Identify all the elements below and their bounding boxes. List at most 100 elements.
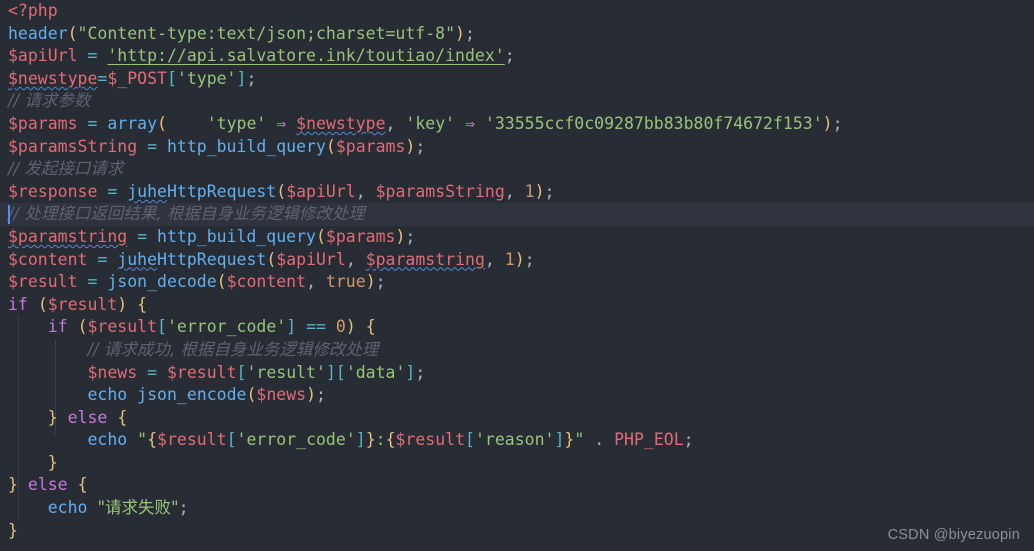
code-line-14[interactable]: if ($result) { (0, 294, 1034, 317)
else-keyword: else (67, 407, 108, 427)
code-line-10-active[interactable]: // 处理接口返回结果, 根据自身业务逻辑修改处理 (0, 203, 1034, 226)
juhe-prefix: juhe (117, 249, 158, 269)
paren-close: ) (365, 272, 376, 292)
brace-open: { (117, 407, 128, 427)
apiurl-argument: $apiUrl (276, 249, 346, 269)
brace-open: { (77, 475, 88, 495)
comment-on-success: // 请求成功, 根据自身业务逻辑修改处理 (87, 339, 379, 359)
error-code-key: 'error_code' (166, 317, 287, 337)
code-line-17[interactable]: $news = $result['result']['data']; (0, 362, 1034, 385)
assign-operator: = (87, 272, 98, 292)
paren-close: ) (345, 317, 356, 337)
paren-close: ) (395, 226, 406, 246)
brace-close: } (8, 520, 18, 540)
code-line-6[interactable]: $params = array( 'type' ⇒ $newstype, 'ke… (0, 113, 1034, 136)
quote-close: " (574, 430, 585, 450)
bracket-close: ] (325, 362, 336, 382)
code-line-7[interactable]: $paramsString = http_build_query($params… (0, 136, 1034, 159)
params-variable: $params (8, 113, 78, 133)
reason-key: 'reason' (474, 430, 555, 450)
flag-argument: 1 (524, 181, 535, 201)
result-variable: $result (87, 317, 158, 337)
assign-operator: = (147, 136, 158, 156)
result-variable: $result (47, 294, 118, 314)
paren-open: ( (276, 181, 287, 201)
api-url-string[interactable]: 'http://api.salvatore.ink/toutiao/index' (107, 46, 504, 65)
code-line-1[interactable]: <?php (0, 0, 1034, 23)
colon-separator: : (375, 430, 386, 450)
code-line-19[interactable]: } else { (0, 407, 1034, 430)
brace-close: } (47, 407, 58, 427)
code-line-24[interactable]: } (0, 520, 1034, 543)
code-editor[interactable]: <?php header("Content-type:text/json;cha… (0, 0, 1034, 551)
interp-brace-close: } (365, 430, 376, 450)
double-arrow-operator-2: ⇒ (465, 113, 475, 133)
json-encode-function: json_encode (137, 385, 247, 405)
comma: , (504, 181, 515, 201)
code-line-5[interactable]: // 请求参数 (0, 90, 1034, 113)
code-line-16[interactable]: // 请求成功, 根据自身业务逻辑修改处理 (0, 339, 1034, 362)
header-function: header (8, 23, 68, 43)
semicolon: ; (375, 272, 386, 292)
assign-operator: = (137, 226, 148, 246)
comment-send-request: // 发起接口请求 (8, 159, 124, 179)
comma: , (385, 113, 396, 133)
semicolon: ; (178, 498, 189, 518)
code-line-22[interactable]: } else { (0, 474, 1034, 497)
code-line-8[interactable]: // 发起接口请求 (0, 158, 1034, 181)
paren-open: ( (37, 294, 48, 314)
code-line-11[interactable]: $paramstring = http_build_query($params)… (0, 226, 1034, 249)
bracket-close: ] (355, 430, 366, 450)
semicolon: ; (544, 181, 555, 201)
code-line-3[interactable]: $apiUrl = 'http://api.salvatore.ink/tout… (0, 45, 1034, 68)
code-line-18[interactable]: echo json_encode($news); (0, 384, 1034, 407)
interp-brace-open: { (147, 430, 158, 450)
code-line-12[interactable]: $content = juheHttpRequest($apiUrl, $par… (0, 249, 1034, 272)
bracket-open: [ (236, 362, 247, 382)
paren-close: ) (534, 181, 545, 201)
result-variable: $result (157, 430, 227, 450)
code-line-21[interactable]: } (0, 452, 1034, 475)
flag-argument: 1 (504, 249, 515, 269)
bracket-open-2: [ (335, 362, 346, 382)
json-decode-function: json_decode (107, 272, 217, 292)
code-line-9[interactable]: $response = juheHttpRequest($apiUrl, $pa… (0, 181, 1034, 204)
semicolon: ; (524, 249, 535, 269)
code-line-2[interactable]: header("Content-type:text/json;charset=u… (0, 23, 1034, 46)
if-keyword: if (8, 294, 28, 314)
paren-close: ) (455, 23, 465, 43)
result-variable-2: $result (395, 430, 466, 450)
if-keyword: if (47, 317, 68, 337)
error-code-key: 'error_code' (236, 430, 356, 450)
code-line-13[interactable]: $result = json_decode($content, true); (0, 271, 1034, 294)
code-line-20[interactable]: echo "{$result['error_code']}:{$result['… (0, 429, 1034, 452)
code-line-15[interactable]: if ($result['error_code'] == 0) { (0, 316, 1034, 339)
semicolon: ; (464, 23, 475, 43)
code-line-23[interactable]: echo "请求失败"; (0, 497, 1034, 520)
assign-operator: = (87, 46, 98, 66)
comma: , (355, 181, 366, 201)
code-lines[interactable]: <?php header("Content-type:text/json;cha… (0, 0, 1034, 551)
code-line-4[interactable]: $newstype=$_POST['type']; (0, 68, 1034, 91)
concat-operator: . (594, 430, 605, 450)
